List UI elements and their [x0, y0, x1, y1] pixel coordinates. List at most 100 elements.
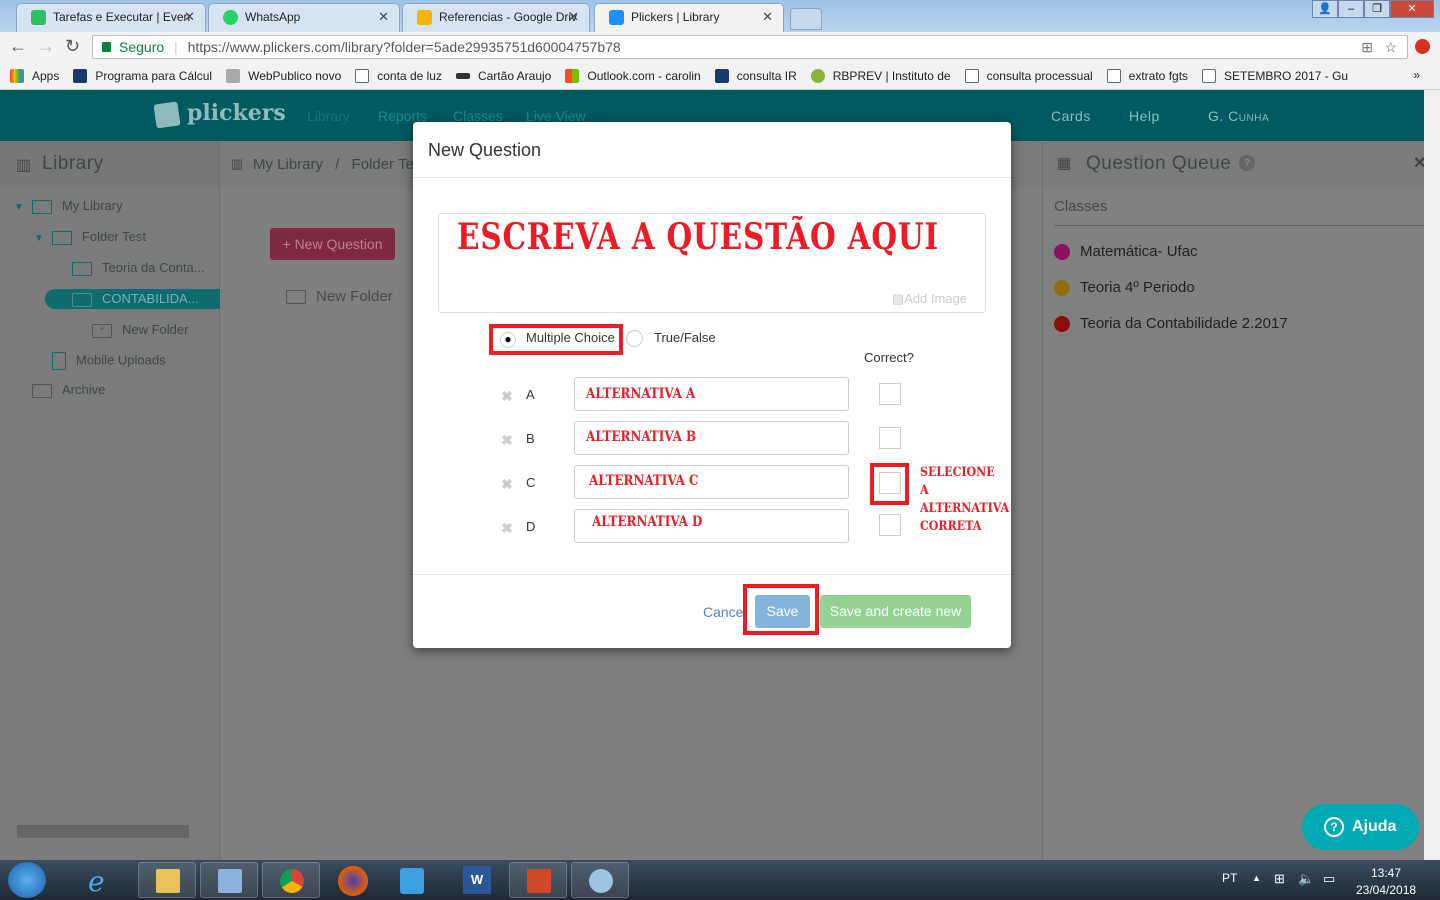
horizontal-scrollbar[interactable]	[6, 825, 214, 838]
help-chat-button[interactable]: ? Ajuda	[1302, 804, 1419, 850]
new-tab-button[interactable]	[790, 8, 822, 30]
page-icon	[964, 68, 979, 83]
start-button[interactable]	[8, 862, 46, 898]
language-indicator[interactable]: PT	[1222, 871, 1237, 885]
tree-item-new-folder[interactable]: + New Folder	[92, 322, 188, 338]
tab-evernote[interactable]: Tarefas e Executar | Everr ✕	[16, 3, 206, 32]
bookmark[interactable]: Cartão Araujo	[455, 69, 551, 83]
clock-date[interactable]: 23/04/2018	[1356, 883, 1416, 897]
minimize-button[interactable]: –	[1338, 0, 1364, 18]
user-icon[interactable]: 👤	[1312, 0, 1338, 18]
new-folder-button[interactable]: New Folder	[286, 288, 393, 305]
save-and-create-new-button[interactable]: Save and create new	[820, 595, 971, 628]
tab-drive[interactable]: Referencias - Google Driv ✕	[402, 3, 590, 32]
close-window-button[interactable]: ✕	[1390, 0, 1434, 18]
bookmark[interactable]: SETEMBRO 2017 - Gu	[1202, 68, 1348, 83]
class-color-dot	[1054, 315, 1070, 332]
taskbar-explorer[interactable]	[138, 862, 196, 898]
class-color-dot	[1054, 243, 1070, 260]
forward-icon[interactable]: →	[37, 36, 55, 57]
correct-checkbox-b[interactable]	[879, 427, 901, 449]
answer-input-a[interactable]: ALTERNATIVA A	[574, 377, 849, 411]
taskbar-powerpoint[interactable]	[509, 862, 567, 898]
answer-input-b[interactable]: ALTERNATIVA B	[574, 421, 849, 455]
extension-icon[interactable]	[1415, 39, 1430, 54]
remove-answer-icon[interactable]: ✖	[501, 388, 513, 405]
tray-expand-icon[interactable]: ▲	[1252, 873, 1261, 883]
answer-input-d[interactable]: ALTERNATIVA D	[574, 509, 849, 543]
windows-flag-icon[interactable]: ⊞	[1274, 871, 1285, 887]
logo[interactable]: plickers	[187, 100, 286, 126]
close-tab-icon[interactable]: ✕	[378, 9, 389, 25]
volume-icon[interactable]: 🔈	[1298, 871, 1314, 887]
cancel-button[interactable]: Cancel	[703, 604, 747, 620]
class-item[interactable]: Teoria da Contabilidade 2.2017	[1054, 315, 1288, 332]
correct-checkbox-a[interactable]	[879, 383, 901, 405]
bookmark[interactable]: consulta IR	[714, 68, 797, 83]
taskbar-paint[interactable]	[571, 862, 629, 898]
maximize-button[interactable]: ❐	[1364, 0, 1390, 18]
true-false-label[interactable]: True/False	[654, 330, 716, 345]
calendar-icon: ▦	[1057, 155, 1072, 172]
network-icon[interactable]: ▭	[1323, 871, 1335, 887]
tree-item-mobile-uploads[interactable]: Mobile Uploads	[52, 352, 166, 370]
tree-item-my-library[interactable]: ▼ My Library	[14, 198, 123, 214]
tree-item-teoria[interactable]: Teoria da Conta...	[72, 260, 205, 276]
nav-library[interactable]: Library	[307, 108, 350, 124]
ie-icon[interactable]: e	[88, 865, 105, 898]
help-icon[interactable]: ?	[1239, 155, 1255, 171]
vertical-scrollbar[interactable]	[1424, 90, 1440, 860]
reload-icon[interactable]: ↻	[65, 36, 80, 57]
save-button[interactable]: Save	[755, 595, 810, 628]
tree-item-contabilidade-selected[interactable]: CONTABILIDA...	[45, 289, 220, 309]
add-image-button[interactable]: ▨Add Image	[892, 291, 967, 307]
page-icon	[1106, 68, 1121, 83]
new-question-button[interactable]: + New Question	[270, 228, 395, 260]
word-icon[interactable]: W	[463, 866, 491, 894]
taskbar-chrome[interactable]	[262, 862, 320, 898]
bookmark[interactable]: WebPublico novo	[226, 68, 341, 83]
nav-user-menu[interactable]: G. Cunha	[1208, 108, 1269, 124]
plickers-logo-icon	[153, 101, 181, 129]
star-icon[interactable]: ☆	[1384, 36, 1397, 58]
correct-checkbox-d[interactable]	[879, 514, 901, 536]
multiple-choice-label[interactable]: Multiple Choice	[526, 330, 615, 345]
bookmark[interactable]: extrato fgts	[1106, 68, 1188, 83]
question-text-input[interactable]: ESCREVA A QUESTÃO AQUI ▨Add Image	[438, 213, 986, 313]
answer-input-c[interactable]: ALTERNATIVA C	[574, 465, 849, 499]
bookmark[interactable]: Programa para Cálcul	[73, 68, 212, 83]
radio-true-false[interactable]	[626, 330, 643, 347]
bookmark[interactable]: consulta processual	[964, 68, 1093, 83]
more-bookmarks-button[interactable]: »	[1413, 68, 1420, 82]
remove-answer-icon[interactable]: ✖	[501, 520, 513, 537]
bookmark[interactable]: Outlook.com - carolin	[565, 68, 701, 83]
bookmark[interactable]: RBPREV | Instituto de	[810, 68, 951, 83]
tree-item-archive[interactable]: Archive	[32, 382, 105, 398]
nav-cards[interactable]: Cards	[1051, 108, 1091, 124]
breadcrumb: My Library / Folder Test	[253, 156, 426, 173]
tab-whatsapp[interactable]: WhatsApp ✕	[208, 3, 400, 32]
page-icon	[1202, 68, 1217, 83]
close-tab-icon[interactable]: ✕	[568, 9, 579, 25]
nav-help[interactable]: Help	[1129, 108, 1160, 124]
bookmark-apps[interactable]: Apps	[10, 68, 59, 83]
firefox-icon[interactable]	[338, 866, 368, 896]
class-item[interactable]: Matemática- Ufac	[1054, 243, 1198, 260]
remove-answer-icon[interactable]: ✖	[501, 476, 513, 493]
media-player-icon[interactable]	[400, 868, 424, 894]
radio-multiple-choice[interactable]: ●	[500, 332, 516, 348]
bookmark[interactable]: conta de luz	[355, 68, 442, 83]
tab-plickers[interactable]: Plickers | Library ✕	[594, 3, 784, 32]
address-bar[interactable]: Seguro | https://www.plickers.com/librar…	[92, 35, 1408, 59]
close-tab-icon[interactable]: ✕	[762, 9, 773, 25]
breadcrumb-my-library[interactable]: My Library	[253, 156, 323, 173]
close-tab-icon[interactable]: ✕	[184, 9, 195, 25]
class-item[interactable]: Teoria 4º Periodo	[1054, 279, 1195, 296]
tree-item-folder-test[interactable]: ▼ Folder Test	[34, 229, 146, 245]
clock-time[interactable]: 13:47	[1371, 866, 1401, 880]
back-icon[interactable]: ←	[9, 36, 27, 57]
remove-answer-icon[interactable]: ✖	[501, 432, 513, 449]
translate-icon[interactable]: ⊞	[1361, 36, 1373, 58]
modal-title: New Question	[428, 140, 542, 160]
taskbar-calculator[interactable]	[200, 862, 258, 898]
